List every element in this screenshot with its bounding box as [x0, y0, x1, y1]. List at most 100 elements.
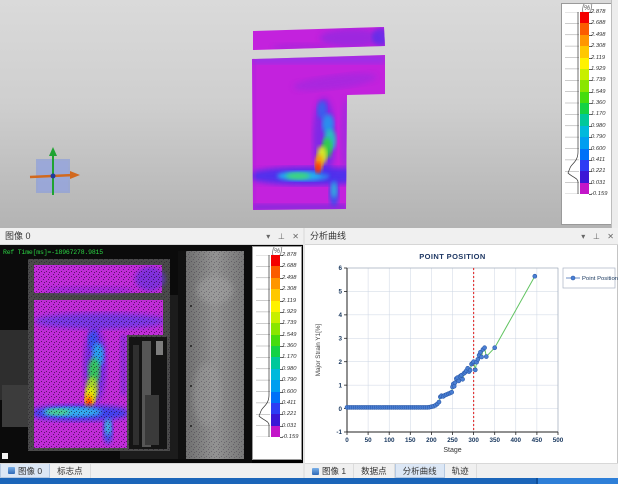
legend-color-cell: [580, 69, 589, 80]
point-position-chart: POINT POSITION05010015020025030035040045…: [305, 245, 618, 463]
tab-0[interactable]: 图像 1: [305, 464, 354, 478]
panel-pin-icon[interactable]: ⊥: [593, 228, 600, 245]
svg-text:Major Strain Y1[%]: Major Strain Y1[%]: [315, 324, 322, 377]
legend-color-cell: [271, 266, 280, 277]
chart-panel-header: 分析曲线 ▾ ⊥ ✕: [305, 228, 618, 245]
legend-tick-label: 0.221: [591, 168, 606, 174]
tab-2[interactable]: 分析曲线: [395, 464, 445, 478]
legend-color-cell: [271, 357, 280, 368]
image-panel-header: 图像 0 ▾ ⊥ ✕: [0, 228, 303, 245]
legend-color-cell: [271, 255, 280, 266]
colorbar-legend-3d: [%]2.8782.6882.4982.3082.1191.9291.7391.…: [561, 3, 613, 225]
svg-text:Point Position 1: Point Position 1: [582, 276, 618, 282]
camera-image: [0, 245, 252, 463]
legend-tick-label: 0.980: [591, 123, 606, 129]
legend-color-cell: [271, 346, 280, 357]
svg-text:3: 3: [338, 335, 342, 342]
legend-color-cell: [580, 12, 589, 23]
legend-color-cell: [580, 46, 589, 57]
svg-text:250: 250: [447, 437, 458, 444]
specimen-strain-field: [0, 0, 618, 228]
legend-color-cell: [271, 369, 280, 380]
legend-tick-label: 0.790: [591, 134, 606, 140]
svg-text:400: 400: [511, 437, 522, 444]
svg-text:6: 6: [338, 265, 342, 272]
collapsed-panel-strip[interactable]: [611, 0, 618, 228]
legend-tick-label: 2.688: [591, 20, 606, 26]
panel-menu-icon[interactable]: ▾: [266, 228, 270, 245]
legend-tick-label: 0.411: [591, 157, 605, 163]
right-tabbar: 图像 1数据点分析曲线轨迹: [305, 463, 618, 478]
viewport-3d[interactable]: [%]2.8782.6882.4982.3082.1191.9291.7391.…: [0, 0, 618, 228]
svg-text:4: 4: [338, 312, 342, 319]
legend-histogram: [565, 12, 579, 194]
legend-tick-label: 0.980: [282, 366, 297, 372]
legend-tick-label: 0.790: [282, 377, 297, 383]
panel-close-icon[interactable]: ✕: [292, 228, 299, 245]
svg-text:Stage: Stage: [443, 447, 461, 454]
tab-3[interactable]: 轨迹: [445, 464, 477, 478]
svg-text:0: 0: [345, 437, 349, 444]
panel-menu-icon[interactable]: ▾: [581, 228, 585, 245]
legend-color-cell: [580, 149, 589, 160]
legend-tick-label: 1.929: [282, 309, 297, 315]
legend-color-cell: [580, 92, 589, 103]
legend-tick-label: 2.498: [282, 275, 297, 281]
legend-tick-label: 1.170: [591, 111, 606, 117]
tab-0[interactable]: 图像 0: [0, 464, 50, 478]
legend-color-cell: [271, 312, 280, 323]
svg-text:2: 2: [338, 359, 342, 366]
tab-1[interactable]: 数据点: [354, 464, 395, 478]
camera-image-panel[interactable]: Ref Time[ms]=-18967278.9815 [%]2.8782.68…: [0, 245, 303, 463]
svg-text:5: 5: [338, 289, 342, 296]
legend-color-cell: [580, 35, 589, 46]
legend-color-cell: [580, 114, 589, 125]
legend-tick-label: 2.878: [282, 252, 297, 258]
legend-tick-label: 1.549: [591, 89, 606, 95]
svg-text:100: 100: [384, 437, 395, 444]
colorbar-legend-image: [%]2.8782.6882.4982.3082.1191.9291.7391.…: [252, 246, 302, 460]
legend-color-cell: [271, 403, 280, 414]
svg-text:450: 450: [532, 437, 543, 444]
legend-tick-label: 1.739: [591, 77, 606, 83]
legend-tick-label: 1.549: [282, 332, 297, 338]
legend-color-cell: [580, 160, 589, 171]
svg-text:500: 500: [553, 437, 564, 444]
legend-histogram: [256, 255, 270, 437]
tab-1[interactable]: 标志点: [50, 464, 91, 478]
legend-tick-label: 0.600: [591, 146, 606, 152]
legend-tick-label: 1.360: [282, 343, 297, 349]
legend-tick-label: 2.119: [282, 298, 296, 304]
legend-color-cell: [271, 289, 280, 300]
legend-color-cell: [580, 103, 589, 114]
legend-tick-label: 1.360: [591, 100, 606, 106]
legend-tick-label: 1.170: [282, 354, 297, 360]
legend-tick-label: 2.688: [282, 263, 297, 269]
image-icon: [8, 467, 15, 474]
svg-text:150: 150: [405, 437, 416, 444]
legend-color-cell: [580, 80, 589, 91]
svg-text:350: 350: [489, 437, 500, 444]
legend-tick-label: 0.221: [282, 411, 297, 417]
svg-text:1: 1: [338, 382, 342, 389]
legend-color-cell: [271, 335, 280, 346]
legend-tick-label: 2.878: [591, 9, 606, 15]
legend-color-cell: [271, 414, 280, 425]
taskbar[interactable]: [0, 478, 618, 484]
legend-tick-label: -0.159: [282, 434, 298, 440]
legend-color-cell: [580, 137, 589, 148]
legend-color-cell: [580, 23, 589, 34]
legend-tick-label: 2.308: [591, 43, 606, 49]
legend-tick-label: 2.119: [591, 55, 605, 61]
image-icon: [312, 468, 319, 475]
analysis-curve-panel[interactable]: POINT POSITION05010015020025030035040045…: [305, 245, 618, 463]
panel-close-icon[interactable]: ✕: [607, 228, 614, 245]
legend-tick-label: 0.031: [282, 423, 297, 429]
left-tabbar: 图像 0标志点: [0, 463, 303, 478]
svg-text:-1: -1: [336, 429, 342, 436]
legend-tick-label: 0.411: [282, 400, 296, 406]
panel-pin-icon[interactable]: ⊥: [278, 228, 285, 245]
legend-tick-label: 2.308: [282, 286, 297, 292]
axis-gizmo-icon: [22, 143, 84, 205]
legend-color-cell: [580, 58, 589, 69]
